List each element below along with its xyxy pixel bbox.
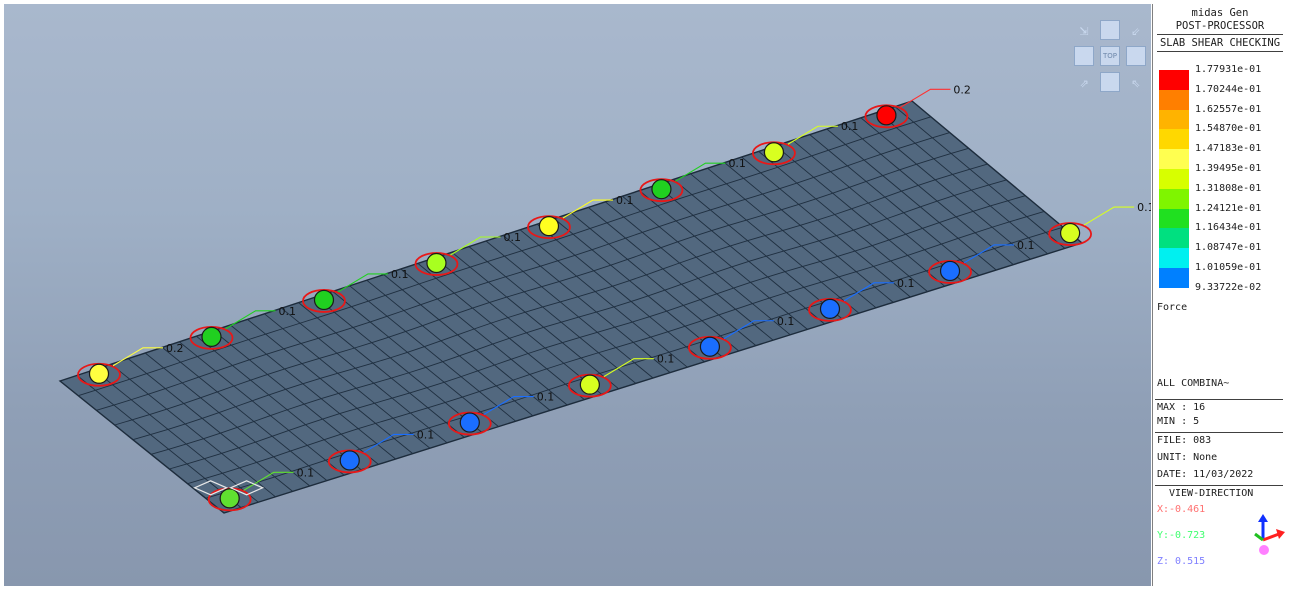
view-cube-face-front[interactable] (1100, 20, 1120, 40)
column-value-label: 0.2 (953, 83, 971, 96)
view-direction-x: X:-0.461 (1157, 504, 1206, 515)
column-value-label: 0.1 (841, 120, 859, 133)
column-node (538, 215, 560, 237)
legend-swatch (1159, 208, 1189, 229)
column-value-label: 0.1 (503, 231, 520, 244)
legend-value: 9.33722e-02 (1195, 281, 1262, 293)
axis-triad-icon (1254, 514, 1285, 555)
column-node (201, 326, 222, 347)
load-case: ALL COMBINA~ (1157, 378, 1230, 389)
legend-swatch (1159, 89, 1189, 110)
legend-value: 1.70244e-01 (1195, 83, 1262, 95)
column-node (459, 412, 480, 433)
legend-value: 1.62557e-01 (1195, 103, 1262, 115)
view-cube-corner-se-icon[interactable]: ⇖ (1126, 72, 1146, 92)
legend-swatch (1159, 248, 1189, 269)
view-cube-corner-nw-icon[interactable]: ⇲ (1074, 20, 1094, 40)
column-node (876, 105, 897, 126)
model-viewport[interactable]: 0.2 0.1 0.1 0.1 0.1 0.1 0.1 0.2 0.1 0.1 0.1 0.1 0.1 0… (4, 4, 1151, 586)
view-direction-title: VIEW-DIRECTION (1169, 488, 1254, 499)
legend-value: 1.31808e-01 (1195, 182, 1262, 194)
legend-swatch (1159, 129, 1189, 150)
column-node (88, 363, 110, 384)
view-cube-face-back[interactable] (1100, 72, 1120, 92)
column-node (426, 252, 447, 274)
view-cube-corner-ne-icon[interactable]: ⇙ (1126, 20, 1146, 40)
date-info: DATE: 11/03/2022 (1157, 469, 1254, 480)
column-value-label: 0.1 (657, 353, 675, 366)
column-value-label: 0.1 (391, 268, 409, 281)
legend-swatch (1159, 109, 1189, 130)
analysis-title: SLAB SHEAR CHECKING (1159, 37, 1281, 49)
leader-line (1083, 206, 1135, 226)
column-value-label: 0.1 (1137, 201, 1151, 214)
legend-value: 1.08747e-01 (1195, 242, 1262, 254)
column-node (339, 450, 360, 471)
max-value: MAX : 16 (1157, 402, 1206, 413)
column-value-label: 0.1 (616, 194, 634, 207)
legend-value: 1.16434e-01 (1195, 222, 1262, 234)
legend-value: 1.39495e-01 (1195, 163, 1262, 174)
legend-value: 1.47183e-01 (1195, 143, 1262, 155)
column-value-label: 0.1 (777, 315, 795, 328)
column-bottom-row: 0.1 (1048, 201, 1151, 246)
column-node (819, 298, 841, 319)
min-value: MIN : 5 (1157, 416, 1200, 427)
legend-swatch (1159, 169, 1189, 189)
legend-swatch (1159, 149, 1189, 170)
legend-swatch (1159, 188, 1189, 209)
view-cube-face-right[interactable] (1126, 46, 1146, 66)
app-name: midas Gen (1191, 7, 1249, 19)
slab-model-view: 0.2 0.1 0.1 0.1 0.1 0.1 0.1 0.2 0.1 0.1 0.1 0.1 0.1 0… (58, 83, 1151, 514)
legend-swatch (1159, 228, 1189, 249)
result-type: Force (1157, 302, 1188, 313)
legend-value: 1.01059e-01 (1195, 262, 1262, 273)
column-node (219, 488, 240, 509)
legend-value: 1.24121e-01 (1195, 202, 1262, 214)
slab-surface (58, 100, 1084, 514)
view-cube-face-left[interactable] (1074, 46, 1094, 66)
legend-value: 1.54870e-01 (1195, 123, 1262, 135)
view-cube[interactable]: ⇲ ⇙ TOP ⇗ ⇖ (1074, 20, 1146, 92)
view-direction-z: Z: 0.515 (1157, 556, 1206, 567)
legend-swatch (1159, 268, 1189, 288)
column-node (651, 179, 672, 200)
column-value-label: 0.1 (728, 157, 746, 170)
column-node (699, 336, 721, 357)
column-node (939, 260, 961, 282)
legend-value: 1.77931e-01 (1195, 64, 1262, 75)
column-node (763, 142, 785, 163)
column-node (579, 374, 600, 395)
view-cube-corner-sw-icon[interactable]: ⇗ (1074, 72, 1094, 92)
column-value-label: 0.1 (297, 466, 315, 479)
column-value-label: 0.1 (897, 277, 915, 290)
column-value-label: 0.1 (417, 428, 435, 441)
column-value-label: 0.1 (1017, 239, 1035, 252)
module-name: POST-PROCESSOR (1175, 20, 1265, 32)
column-value-label: 0.2 (166, 342, 184, 355)
unit-info: UNIT: None (1157, 452, 1218, 463)
column-value-label: 0.1 (537, 391, 555, 404)
column-value-label: 0.1 (278, 305, 296, 318)
view-cube-face-top[interactable]: TOP (1100, 46, 1120, 66)
legend-swatch (1159, 70, 1189, 90)
column-node (313, 289, 335, 311)
view-direction-y: Y:-0.723 (1157, 530, 1206, 541)
file-info: FILE: 083 (1157, 435, 1212, 446)
legend-panel: midas Gen POST-PROCESSOR SLAB SHEAR CHEC… (1152, 4, 1287, 586)
column-node (1059, 222, 1081, 244)
